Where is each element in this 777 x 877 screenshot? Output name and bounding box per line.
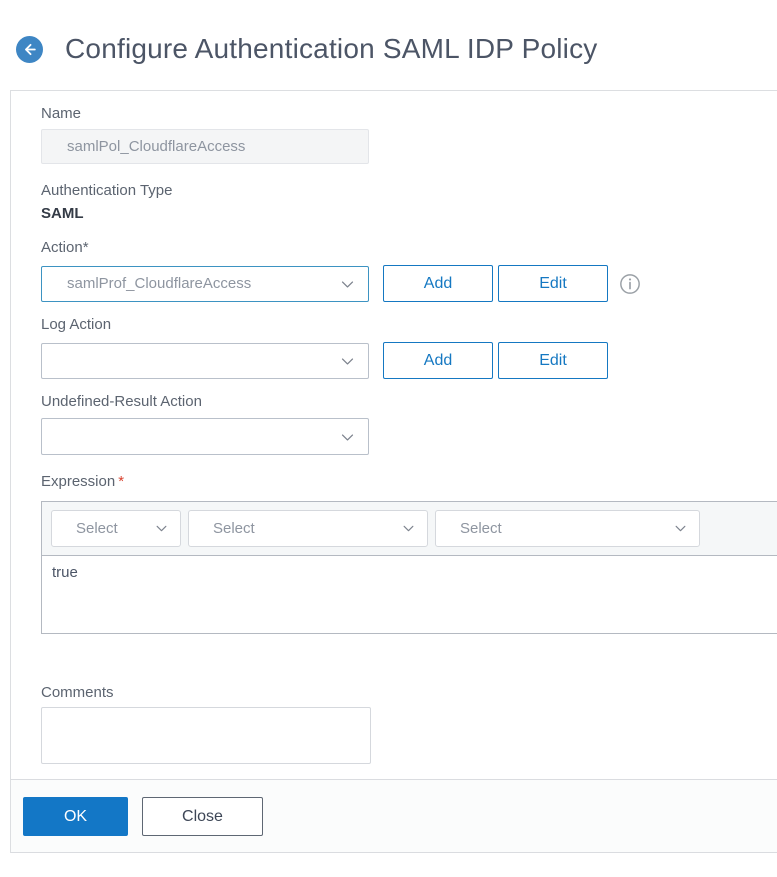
page-title: Configure Authentication SAML IDP Policy [65, 33, 598, 64]
chevron-down-icon [339, 429, 356, 450]
log-action-label: Log Action [41, 316, 112, 333]
expression-select-3[interactable]: Select [435, 510, 700, 547]
action-edit-button[interactable]: Edit [498, 265, 608, 302]
info-circle-icon[interactable] [619, 273, 641, 295]
comments-textarea[interactable] [41, 707, 371, 764]
chevron-down-icon [339, 276, 356, 297]
expression-toolbar: Select Select Select [42, 502, 777, 556]
undefined-result-action-select[interactable] [41, 418, 369, 455]
name-label: Name [41, 105, 82, 122]
expression-label: Expression * [41, 472, 777, 492]
comments-label: Comments [41, 684, 114, 701]
form-panel: Name Authentication Type SAML Action* sa… [10, 90, 777, 853]
page-header: Configure Authentication SAML IDP Policy [0, 0, 777, 90]
ok-button[interactable]: OK [23, 797, 128, 836]
expression-textarea[interactable]: true [42, 556, 777, 633]
log-action-add-button[interactable]: Add [383, 342, 493, 379]
chevron-down-icon [401, 521, 416, 540]
chevron-down-icon [339, 353, 356, 374]
log-action-edit-button[interactable]: Edit [498, 342, 608, 379]
required-asterisk: * [118, 473, 125, 490]
arrow-left-icon [21, 41, 38, 58]
back-button[interactable] [16, 36, 43, 63]
expression-select-2-value: Select [213, 520, 255, 537]
undefined-result-action-label: Undefined-Result Action [41, 393, 202, 410]
form-footer: OK Close [11, 779, 777, 853]
expression-select-1[interactable]: Select [51, 510, 181, 547]
expression-select-1-value: Select [76, 520, 118, 537]
expression-select-2[interactable]: Select [188, 510, 428, 547]
name-input[interactable] [41, 129, 369, 164]
close-button[interactable]: Close [142, 797, 263, 836]
auth-type-value: SAML [41, 205, 84, 222]
action-label: Action* [41, 239, 89, 256]
chevron-down-icon [154, 521, 169, 540]
form-body: Name Authentication Type SAML Action* sa… [11, 91, 777, 764]
action-add-button[interactable]: Add [383, 265, 493, 302]
expression-label-text: Expression [41, 473, 116, 490]
expression-select-3-value: Select [460, 520, 502, 537]
chevron-down-icon [673, 521, 688, 540]
log-action-select[interactable] [41, 342, 369, 379]
auth-type-label: Authentication Type [41, 182, 173, 199]
expression-editor: Select Select Select true [41, 501, 777, 634]
action-select-value: samlProf_CloudflareAccess [67, 275, 252, 292]
action-select[interactable]: samlProf_CloudflareAccess [41, 265, 369, 302]
